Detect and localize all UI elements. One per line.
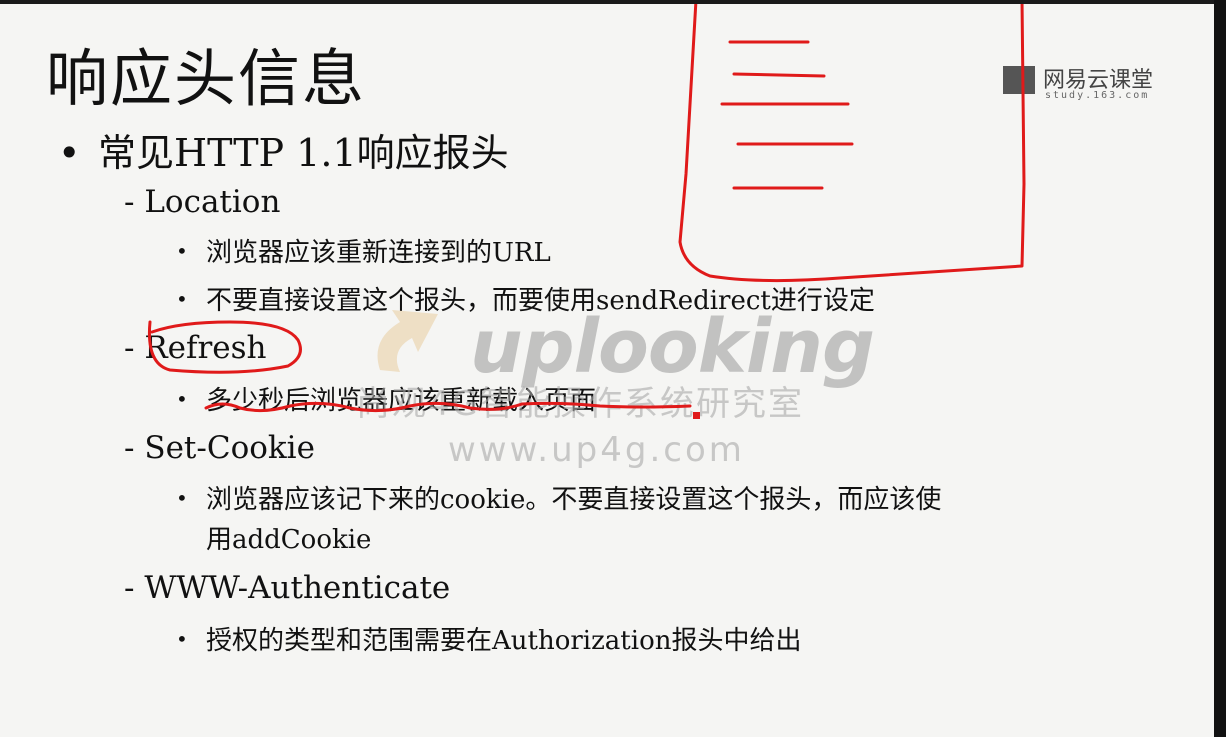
annotation-line-2	[732, 72, 826, 78]
annotation-circle-refresh	[147, 320, 302, 374]
pen-annotations	[147, 4, 1026, 419]
annotation-underline-refresh	[204, 401, 692, 413]
annotation-box	[678, 4, 1026, 283]
slide-canvas: 响应头信息 • 常见HTTP 1.1响应报头 - Location • 浏览器应该重…	[0, 4, 1214, 737]
window-right-edge	[1214, 0, 1226, 737]
annotation-pen-dot	[693, 412, 700, 419]
